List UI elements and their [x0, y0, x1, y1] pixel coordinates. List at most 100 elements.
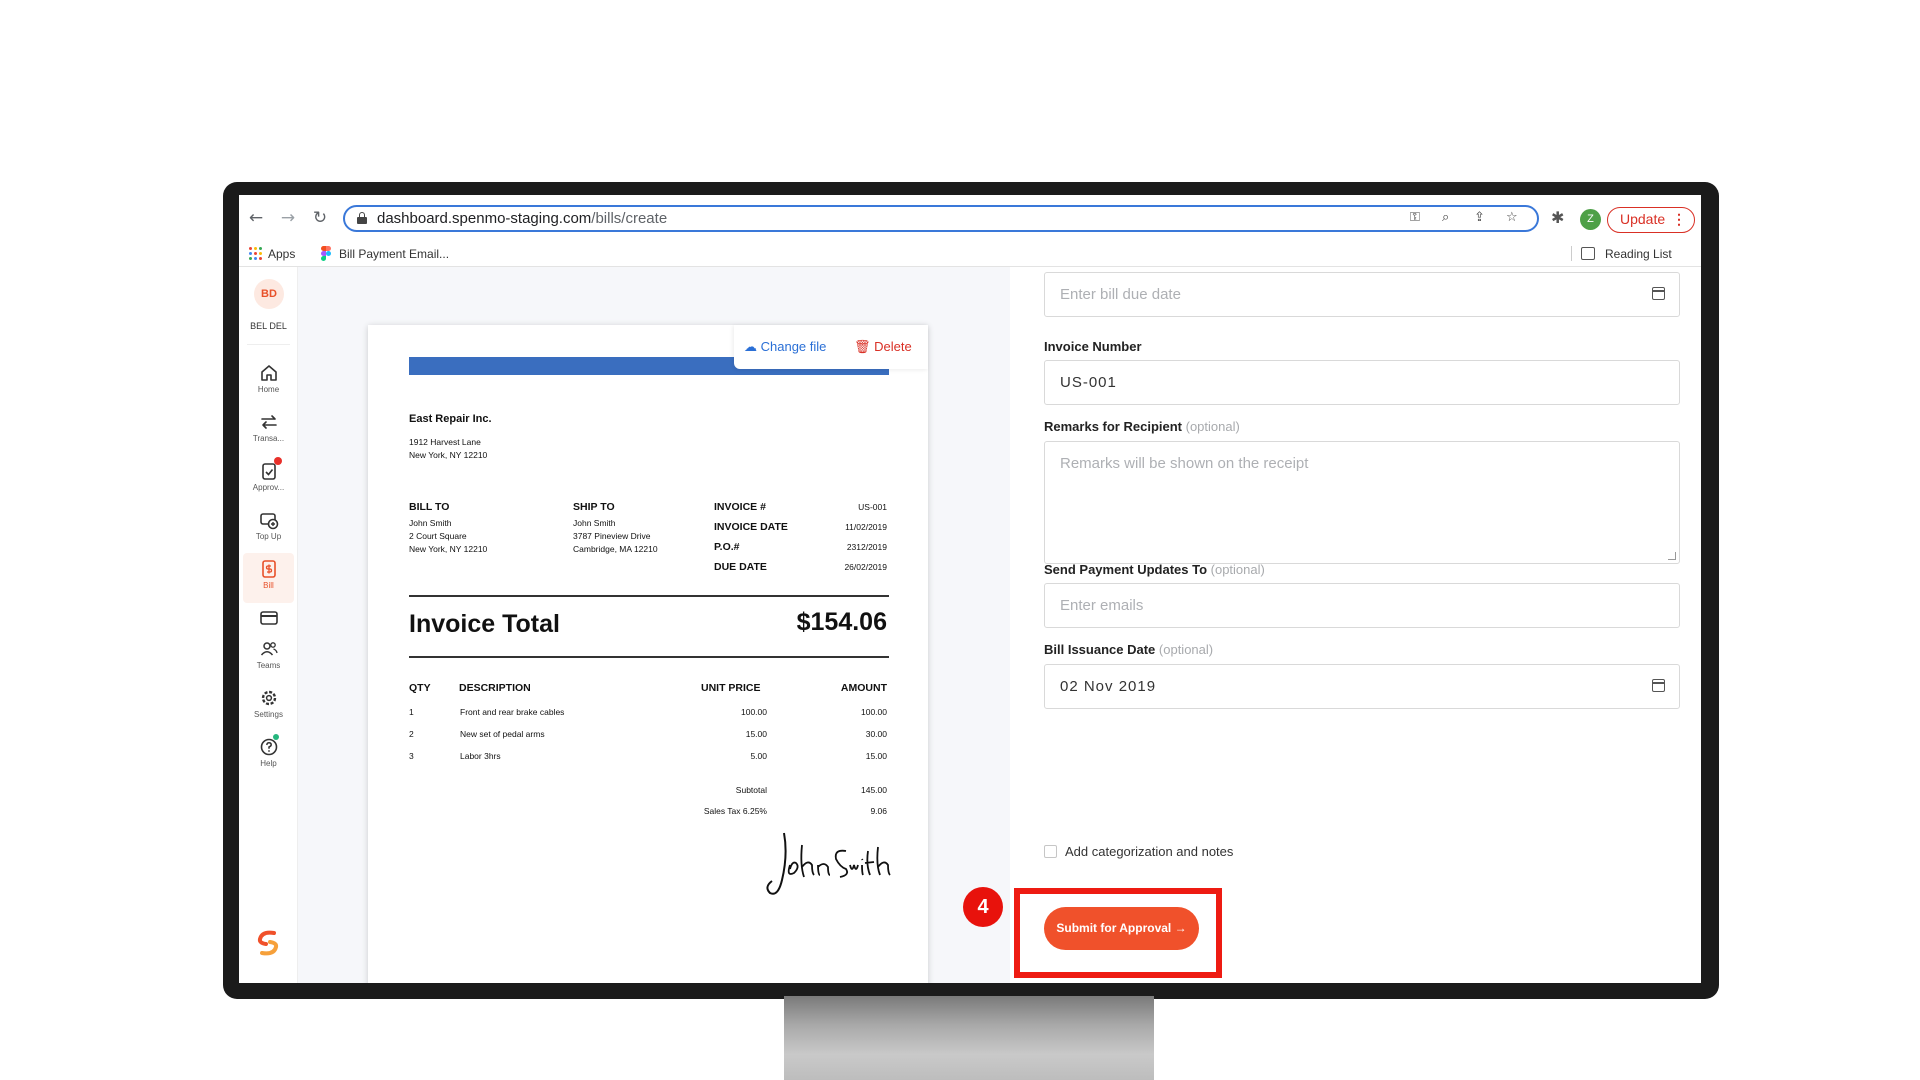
col-amount: AMOUNT [840, 682, 887, 694]
menu-dots-icon[interactable]: ⋮ [1672, 208, 1686, 231]
trash-icon: 🗑 [854, 340, 871, 355]
sidebar-item-help[interactable]: Help [243, 731, 294, 781]
col-description: DESCRIPTION [459, 682, 531, 694]
line-description: New set of pedal arms [460, 729, 545, 739]
extensions-icon[interactable]: ✱ [1551, 208, 1564, 227]
forward-arrow-icon[interactable]: → [277, 207, 299, 229]
reload-icon[interactable]: ↻ [309, 207, 331, 229]
ship-to-line: 3787 Pineview Drive [573, 531, 651, 541]
bill-to-line: John Smith [409, 518, 452, 528]
line-amount: 15.00 [865, 751, 887, 761]
bookmark-bill-payment-email[interactable]: Bill Payment Email... [339, 247, 449, 261]
card-icon [259, 611, 278, 625]
invoice-number-field[interactable]: US-001 [1044, 360, 1680, 405]
reading-list-label[interactable]: Reading List [1605, 247, 1672, 261]
remarks-label: Remarks for Recipient (optional) [1044, 419, 1240, 434]
invoice-meta-value: US-001 [858, 502, 887, 512]
invoice-meta-value: 11/02/2019 [845, 522, 887, 532]
due-date-field[interactable]: Enter bill due date [1044, 272, 1680, 317]
resize-handle-icon[interactable] [1668, 552, 1676, 560]
status-dot [273, 734, 279, 740]
payment-updates-email-field[interactable]: Enter emails [1044, 583, 1680, 628]
calendar-icon[interactable] [1652, 679, 1665, 692]
bill-to-line: New York, NY 12210 [409, 544, 488, 554]
line-amount: 30.00 [865, 729, 887, 739]
invoice-total-label: Invoice Total [409, 610, 560, 638]
url-text: dashboard.spenmo-staging.com/bills/creat… [377, 210, 668, 227]
update-button[interactable]: Update ⋮ [1607, 207, 1695, 233]
tutorial-step-badge: 4 [963, 887, 1003, 927]
change-file-button[interactable]: ☁ Change file [744, 339, 826, 355]
line-description: Front and rear brake cables [460, 707, 565, 717]
categorization-label[interactable]: Add categorization and notes [1065, 844, 1233, 859]
invoice-document: ☁ Change file 🗑 Delete East Repair Inc. … [368, 325, 928, 983]
tax-label: Sales Tax 6.25% [703, 806, 767, 816]
teams-icon [260, 642, 278, 656]
subtotal-label: Subtotal [735, 785, 767, 795]
sidebar-item-top-up[interactable]: Top Up [243, 504, 294, 554]
col-unit-price: UNIT PRICE [701, 682, 761, 694]
screen: ← → ↻ dashboard.spenmo-staging.com/bills… [239, 195, 1701, 983]
monitor-stand [784, 996, 1154, 1080]
invoice-meta-label: INVOICE DATE [714, 521, 788, 533]
topup-icon [259, 513, 278, 530]
issuance-date-field[interactable]: 02 Nov 2019 [1044, 664, 1680, 709]
profile-avatar[interactable]: Z [1580, 209, 1601, 230]
zoom-icon[interactable]: ⌕ [1442, 210, 1449, 225]
browser-toolbar: ← → ↻ dashboard.spenmo-staging.com/bills… [239, 195, 1701, 241]
tax-value: 9.06 [870, 806, 887, 816]
settings-icon [261, 690, 276, 706]
tutorial-highlight-box [1014, 888, 1222, 978]
document-preview-panel: ☁ Change file 🗑 Delete East Repair Inc. … [298, 267, 1010, 983]
sidebar-divider [247, 344, 290, 345]
bill-to-line: 2 Court Square [409, 531, 467, 541]
categorization-checkbox[interactable] [1044, 845, 1057, 858]
col-qty: QTY [409, 682, 431, 694]
invoice-total-value: $154.06 [796, 608, 887, 636]
avatar[interactable]: BD [254, 279, 284, 309]
delete-button[interactable]: 🗑 Delete [854, 339, 912, 355]
address-bar[interactable]: dashboard.spenmo-staging.com/bills/creat… [343, 205, 1539, 232]
issuance-date-label: Bill Issuance Date (optional) [1044, 642, 1214, 657]
key-icon[interactable]: ⚿ [1410, 210, 1420, 225]
sidebar-item-approvals[interactable]: Approv... [243, 455, 294, 505]
sidebar-item-home[interactable]: Home [243, 357, 294, 407]
ship-to-heading: SHIP TO [573, 501, 615, 513]
share-icon[interactable]: ⇪ [1474, 210, 1485, 225]
line-amount: 100.00 [861, 707, 887, 717]
sidebar-item-settings[interactable]: Settings [243, 682, 294, 732]
back-arrow-icon[interactable]: ← [245, 207, 267, 229]
help-icon [260, 738, 277, 756]
line-unit-price: 15.00 [745, 729, 767, 739]
sidebar: BD BEL DEL Home Transa... Approv... Top … [239, 267, 298, 983]
sidebar-item-bill[interactable]: Bill [243, 553, 294, 603]
bookmark-apps[interactable]: Apps [268, 247, 295, 261]
bill-to-heading: BILL TO [409, 501, 450, 513]
sidebar-item-transactions[interactable]: Transa... [243, 406, 294, 456]
payment-updates-label: Send Payment Updates To (optional) [1044, 562, 1265, 577]
transactions-icon [260, 415, 277, 429]
ship-to-line: John Smith [573, 518, 616, 528]
company-address-line: New York, NY 12210 [409, 450, 488, 460]
document-actions: ☁ Change file 🗑 Delete [734, 325, 928, 369]
company-address-line: 1912 Harvest Lane [409, 437, 481, 447]
app-root: BD BEL DEL Home Transa... Approv... Top … [239, 267, 1701, 983]
cloud-upload-icon: ☁ [744, 340, 757, 355]
spenmo-logo-icon [257, 930, 279, 956]
line-description: Labor 3hrs [460, 751, 501, 761]
invoice-number-label: Invoice Number [1044, 339, 1142, 354]
sidebar-item-teams[interactable]: Teams [243, 633, 294, 683]
apps-grid-icon[interactable] [249, 247, 263, 261]
invoice-rule [409, 595, 889, 597]
remarks-textarea[interactable]: Remarks will be shown on the receipt [1044, 441, 1680, 564]
calendar-icon[interactable] [1652, 287, 1665, 300]
figma-icon [321, 246, 331, 261]
reading-list-icon[interactable] [1581, 247, 1595, 260]
bill-form: Enter bill due date Invoice Number US-00… [1010, 267, 1701, 983]
invoice-company: East Repair Inc. [409, 413, 492, 425]
lock-icon [357, 212, 367, 224]
ship-to-line: Cambridge, MA 12210 [573, 544, 658, 554]
star-icon[interactable]: ☆ [1506, 210, 1518, 225]
line-qty: 3 [409, 751, 414, 761]
invoice-meta-label: INVOICE # [714, 501, 766, 513]
